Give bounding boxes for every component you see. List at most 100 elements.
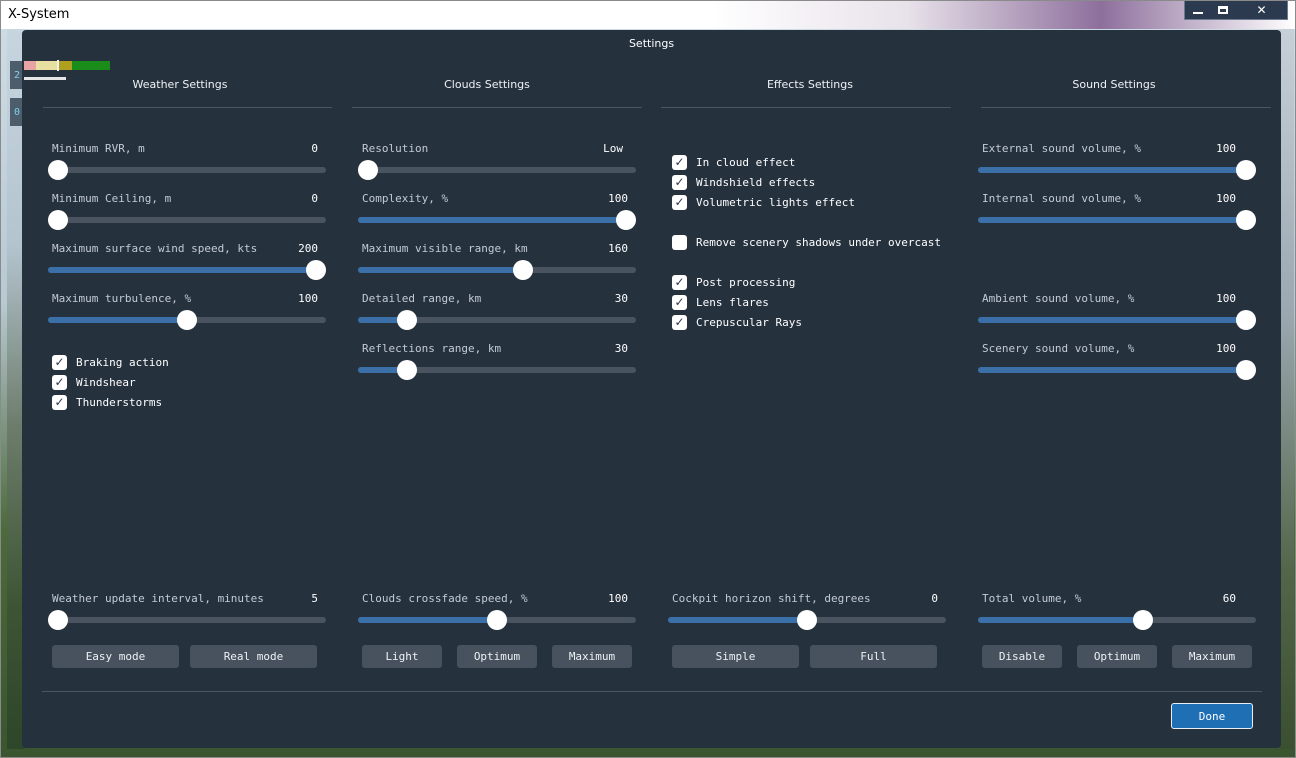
checkbox-box[interactable]: ✓	[52, 374, 67, 390]
slider-label: Complexity, %	[362, 192, 449, 205]
reflections-range-slider[interactable]	[358, 360, 636, 380]
checkbox-box[interactable]: ✓	[672, 194, 687, 210]
slider-handle[interactable]	[177, 310, 197, 330]
section-divider	[43, 107, 332, 108]
max-visible-range-slider[interactable]	[358, 260, 636, 280]
settings-dialog: Settings Weather Settings Clouds Setting…	[22, 30, 1281, 748]
clouds-light-button[interactable]: Light	[362, 645, 442, 668]
max-wind-speed-slider[interactable]	[48, 260, 326, 280]
crepuscular-rays-checkbox[interactable]: ✓ Crepuscular Rays	[672, 314, 802, 330]
checkbox-label: In cloud effect	[696, 155, 796, 169]
braking-action-checkbox[interactable]: ✓ Braking action	[52, 354, 169, 370]
effects-full-button[interactable]: Full	[810, 645, 937, 668]
checkbox-box[interactable]: ✓	[672, 174, 687, 190]
slider-value: 100	[608, 192, 628, 205]
checkbox-box[interactable]: ✓	[672, 294, 687, 310]
slider-fill	[978, 167, 1246, 173]
slider-handle[interactable]	[1236, 360, 1256, 380]
checkbox-box[interactable]: ✓	[672, 274, 687, 290]
slider-handle[interactable]	[48, 610, 68, 630]
weather-settings-title: Weather Settings	[132, 78, 228, 91]
checkbox-box[interactable]: ✓	[52, 354, 67, 370]
detailed-range-slider[interactable]	[358, 310, 636, 330]
weather-update-interval-slider[interactable]	[48, 610, 326, 630]
section-divider	[352, 107, 642, 108]
slider-handle[interactable]	[1236, 310, 1256, 330]
slider-handle[interactable]	[487, 610, 507, 630]
slider-handle[interactable]	[306, 260, 326, 280]
lens-flares-checkbox[interactable]: ✓ Lens flares	[672, 294, 769, 310]
windshear-checkbox[interactable]: ✓ Windshear	[52, 374, 136, 390]
thunderstorms-checkbox[interactable]: ✓ Thunderstorms	[52, 394, 162, 410]
minimize-button[interactable]	[1185, 1, 1211, 19]
easy-mode-button[interactable]: Easy mode	[52, 645, 179, 668]
clouds-optimum-button[interactable]: Optimum	[457, 645, 537, 668]
scenery-volume-slider[interactable]	[978, 360, 1256, 380]
internal-volume-slider[interactable]	[978, 210, 1256, 230]
volumetric-lights-checkbox[interactable]: ✓ Volumetric lights effect	[672, 194, 855, 210]
post-processing-checkbox[interactable]: ✓ Post processing	[672, 274, 795, 290]
max-turbulence-slider[interactable]	[48, 310, 326, 330]
clouds-settings-title: Clouds Settings	[444, 78, 530, 91]
sound-optimum-button[interactable]: Optimum	[1077, 645, 1157, 668]
slider-label: External sound volume, %	[982, 142, 1141, 155]
resolution-slider[interactable]	[358, 160, 636, 180]
status-segment	[24, 61, 36, 70]
checkbox-box[interactable]: ✓	[672, 314, 687, 330]
window-titlebar: X-System	[1, 1, 1295, 29]
total-volume-slider[interactable]	[978, 610, 1256, 630]
effects-settings-title: Effects Settings	[766, 78, 853, 91]
slider-label: Minimum Ceiling, m	[52, 192, 172, 205]
in-cloud-effect-checkbox[interactable]: ✓ In cloud effect	[672, 154, 795, 170]
status-marker	[57, 60, 59, 71]
checkbox-box[interactable]	[672, 234, 687, 250]
checkbox-label: Post processing	[696, 275, 796, 289]
checkbox-label: Windshear	[76, 375, 136, 389]
ambient-volume-slider[interactable]	[978, 310, 1256, 330]
close-button[interactable]: ✕	[1236, 1, 1287, 19]
clouds-maximum-button[interactable]: Maximum	[552, 645, 632, 668]
slider-value: 200	[298, 242, 318, 255]
slider-handle[interactable]	[1133, 610, 1153, 630]
maximize-button[interactable]	[1211, 1, 1237, 19]
min-rvr-slider[interactable]	[48, 160, 326, 180]
checkbox-label: Windshield effects	[696, 175, 816, 189]
min-ceiling-slider[interactable]	[48, 210, 326, 230]
slider-handle[interactable]	[513, 260, 533, 280]
slider-handle[interactable]	[358, 160, 378, 180]
checkbox-label: Crepuscular Rays	[696, 315, 802, 329]
slider-handle[interactable]	[48, 210, 68, 230]
checkbox-box[interactable]: ✓	[672, 154, 687, 170]
slider-value: 100	[1216, 292, 1236, 305]
effects-simple-button[interactable]: Simple	[672, 645, 799, 668]
checkbox-box[interactable]: ✓	[52, 394, 67, 410]
slider-label: Internal sound volume, %	[982, 192, 1141, 205]
clouds-crossfade-slider[interactable]	[358, 610, 636, 630]
slider-handle[interactable]	[397, 360, 417, 380]
complexity-slider[interactable]	[358, 210, 636, 230]
cockpit-horizon-shift-slider[interactable]	[668, 610, 946, 630]
slider-handle[interactable]	[1236, 210, 1256, 230]
windshield-effects-checkbox[interactable]: ✓ Windshield effects	[672, 174, 815, 190]
external-volume-slider[interactable]	[978, 160, 1256, 180]
slider-handle[interactable]	[797, 610, 817, 630]
status-segment	[72, 61, 110, 70]
slider-value: 60	[1222, 592, 1236, 605]
sound-maximum-button[interactable]: Maximum	[1172, 645, 1252, 668]
checkbox-label: Volumetric lights effect	[696, 195, 855, 209]
done-button[interactable]: Done	[1171, 703, 1253, 729]
slider-handle[interactable]	[616, 210, 636, 230]
slider-handle[interactable]	[1236, 160, 1256, 180]
section-divider	[981, 107, 1271, 108]
remove-scenery-shadows-checkbox[interactable]: Remove scenery shadows under overcast	[672, 234, 941, 250]
slider-label: Resolution	[362, 142, 429, 155]
slider-fill	[358, 617, 497, 623]
slider-value: 30	[614, 292, 628, 305]
real-mode-button[interactable]: Real mode	[190, 645, 317, 668]
slider-fill	[358, 267, 523, 273]
slider-handle[interactable]	[397, 310, 417, 330]
slider-handle[interactable]	[48, 160, 68, 180]
slider-label: Maximum visible range, km	[362, 242, 528, 255]
sound-disable-button[interactable]: Disable	[982, 645, 1062, 668]
slider-fill	[978, 367, 1246, 373]
